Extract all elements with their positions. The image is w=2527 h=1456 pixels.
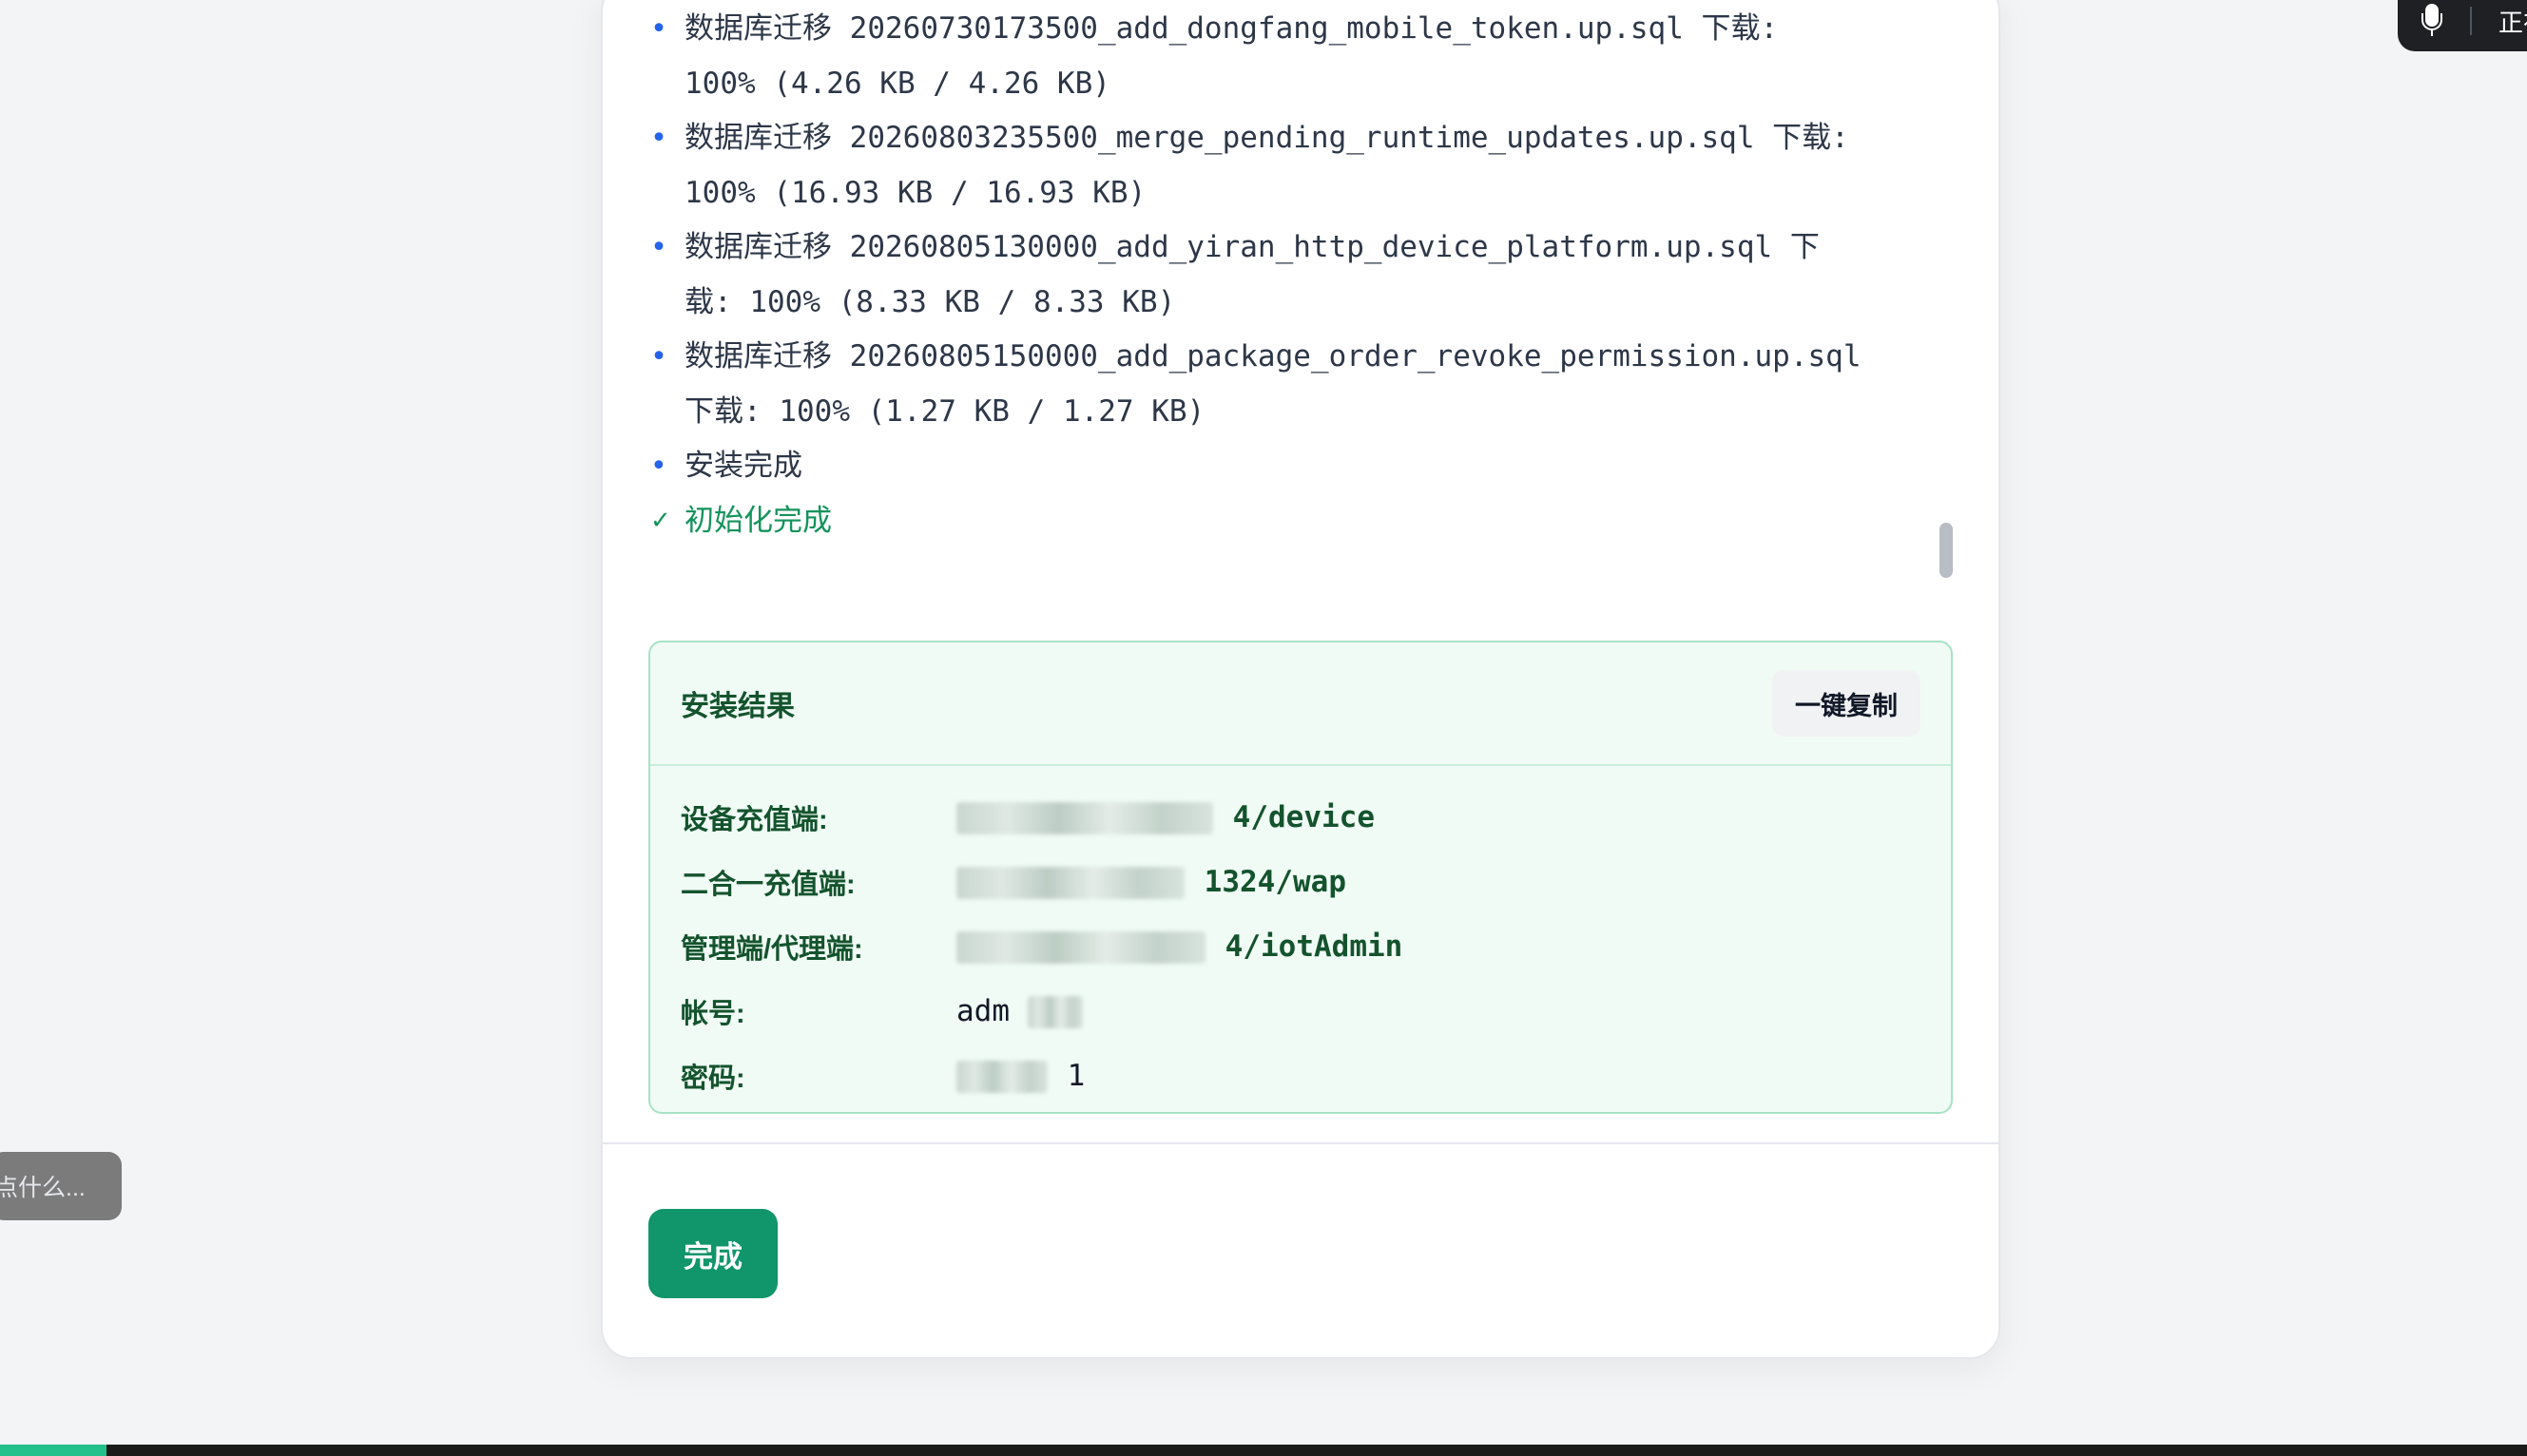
result-value[interactable]: 4/iotAdmin [956, 929, 1402, 965]
result-body: 设备充值端: 4/device 二合一充值端: 1324/wap 管理端/代理端… [650, 766, 1951, 1108]
bottom-bar [0, 1445, 2527, 1456]
log-text: 数据库迁移 20260805130000_add_yiran_http_devi… [685, 230, 1820, 319]
log-line: • 数据库迁移 20260730173500_add_dongfang_mobi… [648, 2, 1865, 111]
result-value[interactable]: adm [956, 994, 1085, 1029]
log-text: 数据库迁移 20260803235500_merge_pending_runti… [685, 121, 1849, 210]
install-result-panel: 安装结果 一键复制 设备充值端: 4/device 二合一充值端: 1324/w… [648, 641, 1953, 1114]
scrollbar-thumb[interactable] [1939, 523, 1953, 578]
result-value[interactable]: 1 [956, 1059, 1085, 1094]
check-icon: ✓ [650, 506, 671, 535]
result-label: 密码: [681, 1063, 745, 1094]
result-label: 设备充值端: [681, 805, 828, 835]
separator [2470, 7, 2472, 35]
bullet-icon: • [650, 231, 668, 264]
footer-divider [603, 1142, 1998, 1144]
result-row-account: 帐号: adm [681, 979, 1920, 1044]
voice-status-text: 正在 [2498, 8, 2527, 37]
result-label: 二合一充值端: [681, 870, 856, 900]
log-text: 数据库迁移 20260805150000_add_package_order_r… [685, 339, 1861, 429]
redacted-text [956, 1061, 1048, 1094]
bullet-icon: • [650, 340, 668, 374]
log-scrollbar[interactable] [1938, 2, 1953, 582]
result-value[interactable]: 4/device [956, 800, 1375, 835]
log-line: • 数据库迁移 20260803235500_merge_pending_run… [648, 111, 1865, 220]
floating-input-chip[interactable]: 点什么... [0, 1152, 122, 1220]
log-line: • 数据库迁移 20260805130000_add_yiran_http_de… [648, 220, 1865, 330]
done-button[interactable]: 完成 [648, 1209, 778, 1298]
chip-text: 点什么... [0, 1175, 86, 1201]
install-dialog: • 数据库迁移 20260730173500_add_dongfang_mobi… [601, 0, 2000, 1359]
result-value-text: adm [956, 993, 1010, 1028]
log-line: • 安装完成 [648, 439, 1865, 494]
log-text: 数据库迁移 20260730173500_add_dongfang_mobile… [685, 11, 1779, 101]
result-value-text: 1 [1067, 1058, 1086, 1093]
log-line-success: ✓ 初始化完成 [648, 494, 1865, 549]
log-text: 安装完成 [685, 449, 802, 483]
result-label: 帐号: [681, 999, 745, 1029]
result-value[interactable]: 1324/wap [956, 865, 1346, 900]
log-text: 初始化完成 [685, 503, 832, 538]
result-value-text: 4/device [1232, 799, 1375, 834]
bullet-icon: • [650, 450, 667, 483]
result-header: 安装结果 一键复制 [650, 642, 1951, 766]
result-value-text: 4/iotAdmin [1225, 929, 1403, 964]
result-row-password: 密码: 1 [681, 1044, 1920, 1108]
copy-all-button[interactable]: 一键复制 [1772, 670, 1920, 737]
redacted-text [956, 867, 1185, 900]
redacted-text [956, 931, 1206, 965]
install-log[interactable]: • 数据库迁移 20260730173500_add_dongfang_mobi… [648, 2, 1970, 582]
result-value-text: 1324/wap [1204, 864, 1346, 899]
bullet-icon: • [650, 122, 668, 155]
redacted-text [956, 802, 1213, 835]
result-row-device-url: 设备充值端: 4/device [681, 785, 1920, 850]
bottom-progress-indicator [0, 1445, 106, 1456]
log-line: • 数据库迁移 20260805150000_add_package_order… [648, 330, 1865, 439]
result-label: 管理端/代理端: [681, 934, 863, 965]
result-title: 安装结果 [681, 691, 795, 722]
result-row-admin-url: 管理端/代理端: 4/iotAdmin [681, 914, 1920, 979]
page: • 数据库迁移 20260730173500_add_dongfang_mobi… [0, 0, 2527, 1456]
microphone-icon [2421, 4, 2443, 38]
bullet-icon: • [650, 12, 668, 46]
result-row-wap-url: 二合一充值端: 1324/wap [681, 850, 1920, 914]
redacted-text [1027, 996, 1083, 1029]
voice-input-indicator[interactable]: 正在 [2398, 0, 2527, 51]
